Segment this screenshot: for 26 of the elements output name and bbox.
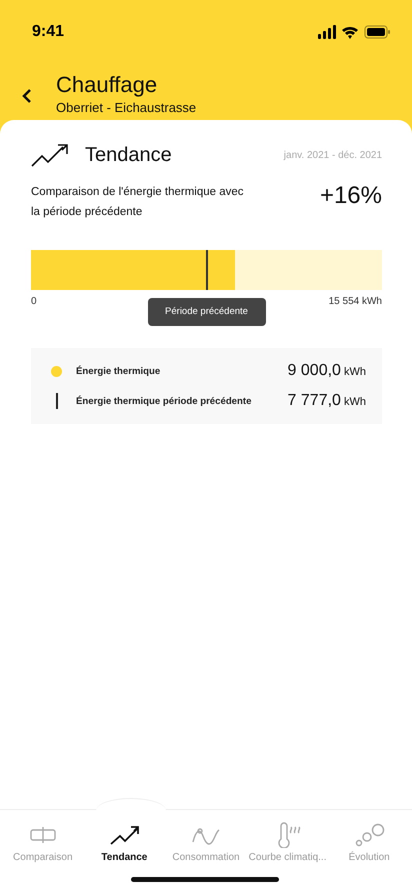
tab[interactable]: Courbe climatiq... bbox=[246, 810, 328, 890]
trend-arrow-icon bbox=[31, 142, 71, 168]
wifi-icon bbox=[342, 26, 358, 39]
legend-dot bbox=[51, 366, 62, 376]
legend-label: Énergie thermique période précédente bbox=[76, 396, 252, 406]
change-percentage: +16% bbox=[320, 182, 382, 210]
tooltip: Période précédente bbox=[148, 298, 266, 326]
legend-line bbox=[56, 393, 58, 409]
tab[interactable]: Évolution bbox=[328, 810, 410, 890]
legend-value: 9 000,0 kWh bbox=[288, 362, 366, 380]
tab[interactable]: Consommation bbox=[165, 810, 247, 890]
bubbles-icon bbox=[353, 822, 386, 848]
legend-label: Énergie thermique bbox=[76, 366, 162, 376]
status-time: 9:41 bbox=[32, 23, 64, 41]
battery-icon bbox=[364, 26, 390, 38]
page-subtitle: Oberriet - Eichaustrasse bbox=[56, 100, 196, 115]
legend-value: 7 777,0 kWh bbox=[288, 392, 366, 410]
axis-max-label: 15 554 kWh bbox=[328, 296, 382, 309]
axis-min-label: 0 bbox=[31, 296, 37, 309]
tab[interactable]: Comparaison bbox=[2, 810, 84, 890]
signal-icon bbox=[318, 25, 336, 39]
tab[interactable]: Tendance bbox=[84, 810, 166, 890]
description: Comparaison de l'énergie thermique avec la période précédente bbox=[31, 185, 245, 220]
period-label: janv. 2021 - déc. 2021 bbox=[284, 150, 382, 160]
card-title: Tendance bbox=[85, 144, 173, 166]
page-title: Chauffage bbox=[56, 72, 158, 98]
